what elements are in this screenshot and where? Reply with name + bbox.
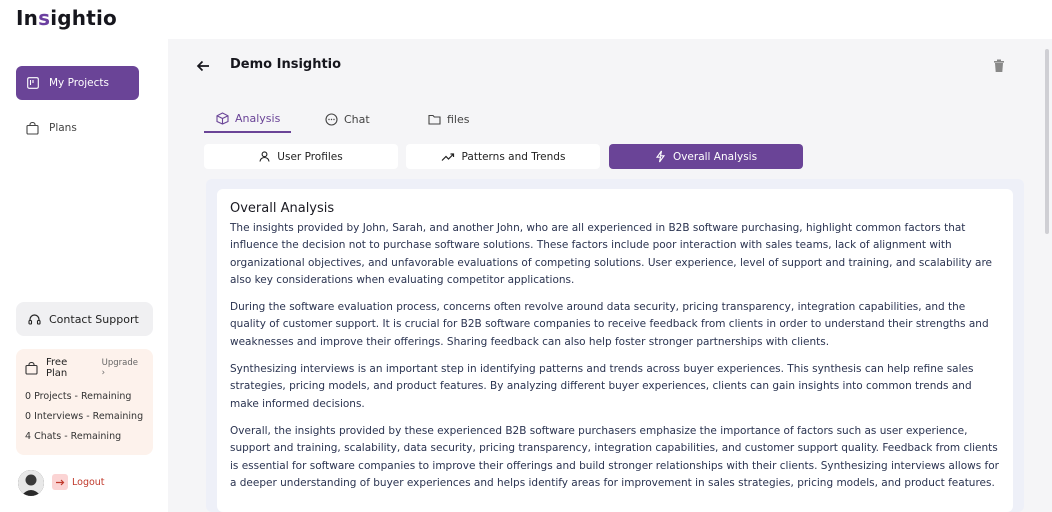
sidebar-item-my-projects[interactable]: My Projects (16, 66, 139, 100)
contact-support-label: Contact Support (49, 312, 139, 326)
plan-projects-remaining: 0 Projects - Remaining (25, 391, 132, 402)
analysis-paragraph: Overall, the insights provided by these … (230, 424, 999, 489)
trash-icon[interactable] (993, 58, 1005, 77)
logout-icon (52, 474, 68, 490)
bag-icon (25, 361, 38, 375)
analysis-paragraph: During the software evaluation process, … (230, 301, 989, 348)
sidebar-item-label: Plans (49, 122, 77, 134)
back-arrow-icon[interactable] (196, 58, 210, 77)
analysis-paragraph: Synthesizing interviews is an important … (230, 363, 974, 410)
user-icon (259, 151, 270, 162)
plan-interviews-remaining: 0 Interviews - Remaining (25, 411, 144, 422)
segment-overall-analysis[interactable]: Overall Analysis (609, 144, 803, 169)
headset-icon (28, 313, 41, 326)
plan-card: Free Plan Upgrade › 0 Projects - Remaini… (16, 349, 153, 455)
tab-analysis[interactable]: Analysis (204, 105, 291, 133)
logo-text-end: ightio (50, 6, 117, 30)
logout-button[interactable]: Logout (52, 474, 105, 490)
chat-bubble-icon (325, 112, 338, 126)
cube-icon (216, 111, 229, 125)
brand-logo[interactable]: Insightio (16, 6, 117, 30)
bag-icon (26, 121, 39, 135)
logo-text-start: In (16, 6, 39, 30)
bolt-icon (655, 150, 666, 163)
sidebar-item-label: My Projects (49, 77, 110, 89)
upgrade-label: Upgrade (101, 358, 138, 368)
folder-icon (428, 113, 441, 126)
plan-name: Free Plan (46, 357, 68, 379)
chevron-right-icon: › (101, 368, 106, 378)
scrollbar[interactable] (1045, 49, 1049, 234)
logout-label: Logout (72, 476, 105, 488)
analysis-paragraph: The insights provided by John, Sarah, an… (230, 222, 993, 286)
upgrade-link[interactable]: Upgrade › (102, 358, 144, 378)
logo-text-accent: s (38, 6, 51, 30)
segment-label: User Profiles (277, 150, 343, 163)
avatar[interactable] (18, 470, 44, 496)
page-title: Demo Insightio (230, 57, 342, 72)
tab-label: Chat (344, 112, 370, 126)
tab-files[interactable]: files (428, 105, 469, 133)
trend-icon (441, 152, 455, 162)
main-content: Demo Insightio Analysis Chat files User … (168, 39, 1052, 512)
segment-user-profiles[interactable]: User Profiles (204, 144, 398, 169)
contact-support-button[interactable]: Contact Support (16, 302, 153, 336)
analysis-title: Overall Analysis (230, 201, 335, 216)
sidebar: My Projects Plans Contact Support Free P… (0, 39, 168, 512)
tab-label: files (447, 112, 470, 126)
segment-label: Overall Analysis (672, 150, 758, 163)
tab-chat[interactable]: Chat (325, 105, 370, 133)
tab-label: Analysis (235, 111, 281, 125)
segment-patterns-trends[interactable]: Patterns and Trends (406, 144, 600, 169)
plan-chats-remaining: 4 Chats - Remaining (25, 431, 122, 442)
top-bar: Insightio (0, 0, 1052, 39)
segment-label: Patterns and Trends (461, 150, 566, 163)
analysis-card: Overall Analysis The insights provided b… (217, 189, 1013, 512)
sidebar-item-plans[interactable]: Plans (16, 111, 139, 145)
board-icon (26, 77, 39, 90)
